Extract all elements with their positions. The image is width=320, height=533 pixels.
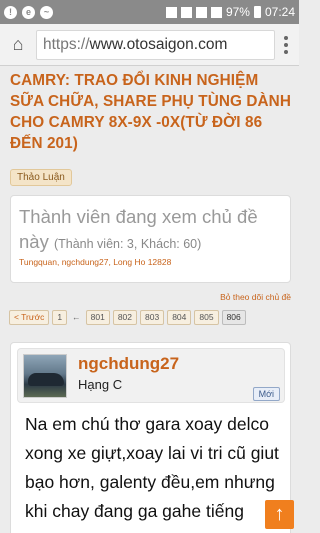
post: ngchdung27 Hạng C Mới Na em chú thơ gara…	[10, 342, 291, 533]
page-button[interactable]: 801	[85, 309, 110, 325]
browser-toolbar: ⌂ https://www.otosaigon.com	[0, 24, 299, 66]
clock: 07:24	[264, 5, 295, 19]
page-button[interactable]: 802	[112, 309, 138, 325]
battery-percent: 97%	[225, 5, 250, 19]
arrow-up-icon: ↑	[274, 503, 285, 525]
viewers-names[interactable]: Tungquan, ngchdung27, Long Ho 12828	[19, 257, 171, 267]
signal-icon	[210, 6, 222, 18]
url-scheme: https://	[43, 35, 90, 53]
prev-page-button[interactable]: < Trước	[9, 309, 50, 325]
messenger-icon: ~	[40, 5, 53, 19]
status-bar: ! e ~ 97% 07:24	[0, 0, 299, 24]
battery-icon	[253, 6, 261, 18]
viewers-heading: Thành viên đang xem chủ đề này (Thành vi…	[19, 204, 285, 257]
unwatch-thread-link[interactable]: Bỏ theo dõi chủ đề	[220, 292, 291, 302]
pagination: < Trước 1 ← 801 802 803 804 805 806	[9, 309, 246, 325]
jump-arrow-icon[interactable]: ←	[70, 312, 83, 322]
avatar[interactable]	[23, 354, 67, 398]
user-rank: Hạng C	[78, 377, 123, 392]
mute-icon	[165, 6, 177, 18]
address-bar[interactable]: https://www.otosaigon.com	[36, 29, 275, 60]
overflow-menu-icon[interactable]	[279, 35, 293, 54]
home-icon[interactable]: ⌂	[6, 33, 30, 57]
post-author-box: ngchdung27 Hạng C Mới	[17, 348, 285, 403]
page-button[interactable]: 804	[167, 309, 192, 325]
page-button[interactable]: 805	[194, 309, 219, 325]
notification-icon: !	[4, 5, 17, 19]
post-username[interactable]: ngchdung27	[78, 354, 179, 374]
first-page-button[interactable]: 1	[52, 309, 68, 325]
current-page: 806	[221, 309, 246, 325]
alarm-icon	[180, 6, 192, 18]
viewers-box: Thành viên đang xem chủ đề này (Thành vi…	[10, 195, 291, 283]
page-content: CAMRY: TRAO ĐỔI KINH NGHIỆM SỮA CHỮA, SH…	[0, 66, 299, 533]
thread-tag[interactable]: Thảo Luận	[10, 169, 72, 186]
scroll-to-top-button[interactable]: ↑	[265, 500, 294, 529]
wifi-icon	[195, 6, 207, 18]
page-button[interactable]: 803	[140, 309, 165, 325]
thread-title: CAMRY: TRAO ĐỔI KINH NGHIỆM SỮA CHỮA, SH…	[10, 72, 291, 152]
viewers-counts: (Thành viên: 3, Khách: 60)	[53, 237, 202, 251]
new-badge: Mới	[252, 387, 280, 401]
post-body: Na em chú thơ gara xoay delco xong xe gi…	[25, 414, 279, 521]
browser-icon: e	[22, 5, 35, 19]
url-host: www.otosaigon.com	[89, 35, 228, 53]
